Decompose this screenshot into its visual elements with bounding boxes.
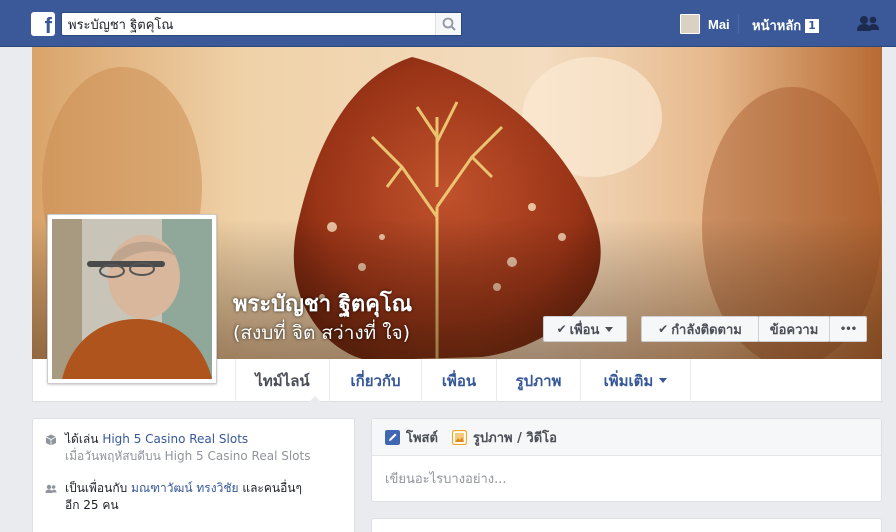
activity-item: ได้เล่น High 5 Casino Real Slots เมื่อวั…: [45, 431, 310, 465]
activity-subtext: เมื่อวันพฤหัสบดีบน High 5 Casino Real Sl…: [65, 449, 311, 463]
home-label: หน้าหลัก: [752, 19, 802, 34]
user-name: Mai: [708, 16, 730, 32]
post-composer: โพสต์ รูปภาพ / วิดีโอ เขียนอะไรบางอย่าง.…: [371, 418, 882, 502]
following-button-label: กำลังติดตาม: [671, 322, 742, 338]
activity-item: [45, 527, 65, 532]
activity-subtext: อีก 25 คน: [65, 498, 119, 512]
profile-name[interactable]: พระบัญชา ฐิตคุโณ: [233, 286, 412, 321]
composer-photo-tab[interactable]: รูปภาพ / วิดีโอ: [451, 427, 557, 448]
friends-button-label: เพื่อน: [569, 322, 600, 338]
pencil-icon: [385, 429, 400, 445]
tab-label: เพื่อน: [441, 371, 477, 390]
following-button[interactable]: ✔ กำลังติดตาม: [641, 316, 759, 342]
search-input[interactable]: [62, 13, 432, 35]
composer-post-tab[interactable]: โพสต์: [385, 427, 438, 448]
chevron-down-icon: [605, 326, 614, 332]
profile-picture[interactable]: [47, 214, 217, 384]
cube-icon: [45, 434, 57, 446]
more-options-button[interactable]: •••: [829, 316, 867, 342]
composer-placeholder: เขียนอะไรบางอย่าง...: [385, 472, 507, 487]
activity-text: เป็นเพื่อนกับ: [65, 481, 132, 495]
activity-link[interactable]: มณฑาวัฒน์ ทรงวิชัย: [131, 481, 238, 495]
feed-card: [371, 518, 882, 532]
tab-label: เกี่ยวกับ: [350, 371, 401, 390]
more-dots-icon: •••: [839, 323, 857, 335]
friend-requests-button[interactable]: [856, 14, 880, 38]
friends-icon: [45, 484, 57, 493]
tab-about[interactable]: เกี่ยวกับ: [330, 359, 422, 402]
user-profile-link[interactable]: Mai: [680, 13, 730, 35]
activity-text: ได้เล่น: [65, 432, 103, 446]
checkmark-icon: ✔: [658, 322, 669, 336]
top-bar: f Mai หน้าหลัก 1: [0, 0, 896, 47]
search-button[interactable]: [435, 13, 461, 35]
user-avatar: [680, 14, 700, 34]
activity-item: เป็นเพื่อนกับ มณฑาวัฒน์ ทรงวิชัย และคนอื…: [45, 480, 302, 514]
nav-divider: [738, 15, 739, 33]
search-icon: [442, 17, 456, 31]
recent-activity-card: ได้เล่น High 5 Casino Real Slots เมื่อวั…: [32, 418, 355, 532]
search-box: [61, 12, 462, 36]
composer-post-label: โพสต์: [406, 430, 438, 446]
composer-input[interactable]: เขียนอะไรบางอย่าง...: [372, 456, 881, 501]
tab-friends[interactable]: เพื่อน: [422, 359, 497, 402]
tab-photos[interactable]: รูปภาพ: [497, 359, 581, 402]
activity-link[interactable]: High 5 Casino Real Slots: [102, 432, 248, 446]
active-tab-indicator: [309, 396, 321, 402]
profile-alternate-name: (สงบที่ จิต สว่างที่ ใจ): [233, 322, 411, 344]
tab-more[interactable]: เพิ่มเติม: [581, 359, 691, 402]
photo-icon: [451, 429, 467, 445]
checkmark-icon: ✔: [556, 322, 567, 336]
composer-photo-label: รูปภาพ / วิดีโอ: [472, 430, 557, 446]
friends-icon: [857, 16, 879, 31]
tab-label: รูปภาพ: [515, 371, 562, 390]
tab-label: ไทม์ไลน์: [255, 371, 310, 390]
home-badge: 1: [805, 18, 819, 33]
chevron-down-icon: [659, 378, 668, 383]
composer-tabs: โพสต์ รูปภาพ / วิดีโอ: [372, 419, 881, 456]
message-button-label: ข้อความ: [769, 322, 819, 338]
tab-label: เพิ่มเติม: [603, 371, 654, 390]
friends-button[interactable]: ✔ เพื่อน: [543, 316, 627, 342]
activity-text-suffix: และคนอื่นๆ: [238, 481, 302, 495]
home-link[interactable]: หน้าหลัก 1: [752, 15, 819, 36]
message-button[interactable]: ข้อความ: [758, 316, 830, 342]
facebook-logo-icon[interactable]: f: [31, 12, 55, 36]
